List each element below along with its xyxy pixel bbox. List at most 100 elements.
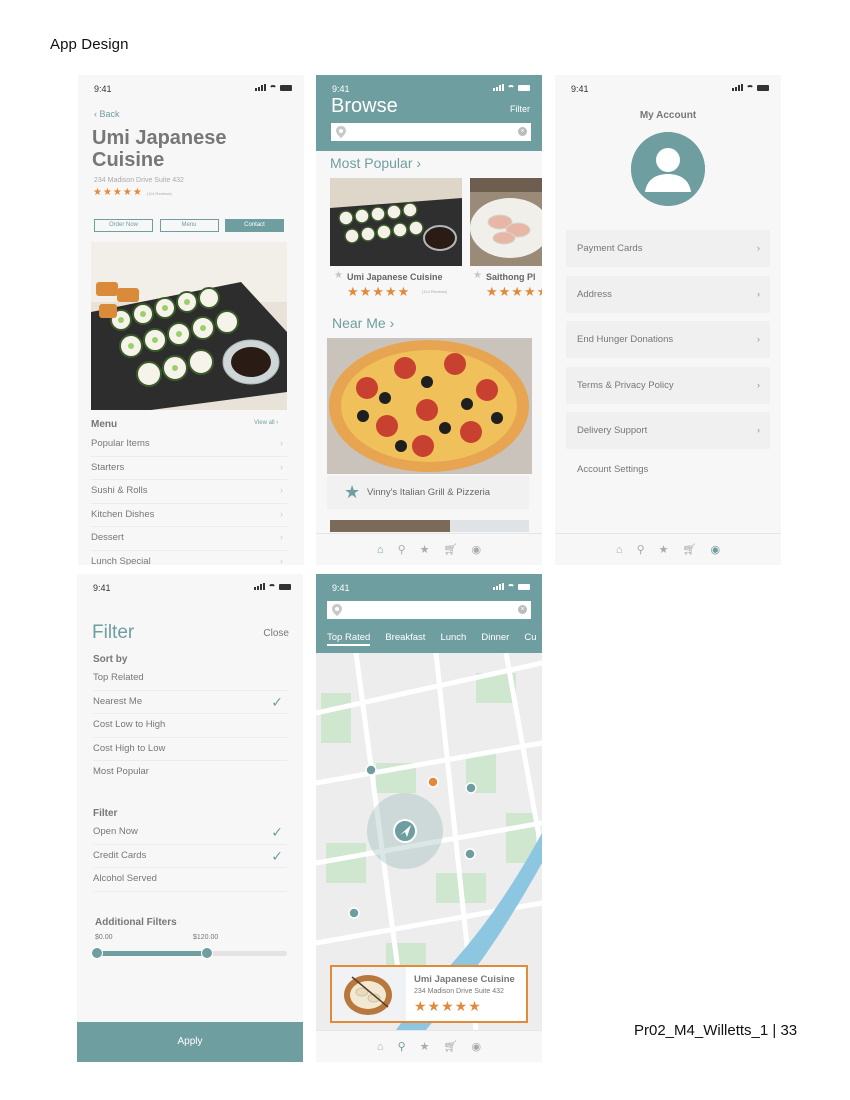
apply-button[interactable]: Apply [77,1022,303,1062]
filter-heading: Filter [93,808,118,819]
price-slider-max-handle[interactable] [201,947,214,959]
delivery-support-row[interactable]: Delivery Support [566,412,770,449]
filter-option-open-now[interactable]: Open Now ✓ [93,821,287,845]
checkmark-icon: ✓ [271,824,283,840]
battery-icon [280,84,292,91]
rating-stars: ★★★★★ [93,187,143,198]
location-icon[interactable]: ⚲ [637,543,645,556]
favorite-star-icon[interactable]: ★ [344,476,360,509]
next-card-photo [330,520,529,532]
status-time: 9:41 [94,84,112,94]
menu-list: Popular Items Starters Sushi & Rolls Kit… [91,433,287,565]
filter-link[interactable]: Filter [510,104,530,114]
menu-item-dessert[interactable]: Dessert [91,527,287,551]
card1-name: Umi Japanese Cuisine [347,272,443,282]
address-row[interactable]: Address [566,275,770,313]
sushi-photo [91,242,287,410]
signal-icon [254,583,265,590]
dumpling-photo [332,967,406,1021]
menu-item-lunch[interactable]: Lunch Special [91,551,287,566]
filter-option-alcohol[interactable]: Alcohol Served [93,868,287,892]
payment-cards-row[interactable]: Payment Cards [566,230,770,267]
price-slider-min-handle[interactable] [91,947,103,959]
menu-item-popular[interactable]: Popular Items [91,433,287,457]
status-time: 9:41 [332,583,350,593]
signal-icon [493,84,504,91]
star-icon[interactable]: ★ [659,543,669,556]
home-icon[interactable]: ⌂ [616,544,623,556]
category-tabs: Top Rated Breakfast Lunch Dinner Cu [327,632,537,646]
menu-item-sushi[interactable]: Sushi & Rolls [91,480,287,504]
spring-rolls-card-photo[interactable] [470,178,542,266]
menu-item-kitchen[interactable]: Kitchen Dishes [91,504,287,527]
wifi-icon [746,84,754,91]
order-now-button[interactable]: Order Now [94,219,153,232]
account-icon[interactable]: ◉ [471,1040,481,1053]
star-icon[interactable]: ★ [420,1040,430,1053]
donations-row[interactable]: End Hunger Donations [566,321,770,358]
star-icon[interactable]: ★ [420,543,430,556]
sushi-card-photo[interactable] [330,178,462,266]
sort-option-nearest[interactable]: Nearest Me ✓ [93,691,287,714]
home-icon[interactable]: ⌂ [377,1041,384,1053]
tab-breakfast[interactable]: Breakfast [385,632,425,646]
map-screen: 9:41 × Top Rated Breakfast Lunch Dinner … [316,574,542,1062]
filter-option-label: Credit Cards [93,849,147,861]
clear-icon[interactable]: × [518,605,527,614]
status-time: 9:41 [93,583,111,593]
search-input[interactable]: × [327,601,531,619]
near-me-card[interactable]: ★ Vinny's Italian Grill & Pizzeria [327,476,529,509]
card2-star-icon[interactable]: ★ [473,270,482,281]
pizza-photo[interactable] [327,338,532,474]
sort-option-top-related[interactable]: Top Related [93,667,287,691]
sort-option-label: Cost High to Low [93,742,166,754]
tab-more[interactable]: Cu [524,632,536,646]
signal-icons [255,84,292,91]
status-bar: 9:41 [77,574,303,598]
account-icon[interactable]: ◉ [710,543,720,556]
clear-icon[interactable]: × [518,127,527,136]
contact-button[interactable]: Contact [225,219,284,232]
close-button[interactable]: Close [263,628,289,639]
sort-option-most-popular[interactable]: Most Popular [93,761,287,785]
back-button[interactable]: ‹ Back [94,109,120,119]
tab-dinner[interactable]: Dinner [481,632,509,646]
cart-icon[interactable]: 🛒︎ [444,543,458,556]
sort-option-cost-high[interactable]: Cost High to Low [93,738,287,761]
menu-item-starters[interactable]: Starters [91,457,287,480]
card1-stars: ★★★★★ [347,284,411,299]
search-input[interactable]: × [331,123,531,141]
terms-row[interactable]: Terms & Privacy Policy [566,366,770,404]
map-card-name: Umi Japanese Cuisine [414,974,515,985]
tab-bar: ⌂ ⚲ ★ 🛒︎ ◉ [555,533,781,565]
most-popular-heading[interactable]: Most Popular › [330,155,421,171]
near-me-heading[interactable]: Near Me › [332,315,394,331]
page-footer: Pr02_M4_Willetts_1 | 33 [634,1022,798,1039]
filter-option-label: Open Now [93,826,138,837]
card1-star-icon[interactable]: ★ [334,270,343,281]
map-card-address: 234 Madison Drive Suite 432 [414,988,504,995]
location-icon[interactable]: ⚲ [398,543,406,556]
wifi-icon [507,583,515,590]
account-icon[interactable]: ◉ [471,543,481,556]
cart-icon[interactable]: 🛒︎ [683,543,697,556]
tab-lunch[interactable]: Lunch [440,632,466,646]
price-slider[interactable] [91,947,287,959]
menu-button[interactable]: Menu [159,219,219,232]
card2-name: Saithong Pl [486,272,536,282]
sort-option-label: Cost Low to High [93,719,166,730]
cart-icon[interactable]: 🛒︎ [444,1040,458,1053]
view-all-link[interactable]: View all › [254,420,278,426]
account-settings-link[interactable]: Account Settings [577,464,648,475]
checkmark-icon: ✓ [271,847,283,864]
sort-option-cost-low[interactable]: Cost Low to High [93,714,287,738]
filter-option-label: Alcohol Served [93,873,157,884]
filter-option-credit-cards[interactable]: Credit Cards ✓ [93,845,287,868]
location-icon[interactable]: ⚲ [398,1040,406,1053]
wifi-icon [268,583,276,590]
map-restaurant-card[interactable]: Umi Japanese Cuisine 234 Madison Drive S… [330,965,528,1023]
avatar-icon[interactable] [631,132,705,206]
tab-top-rated[interactable]: Top Rated [327,632,371,646]
checkmark-icon: ✓ [271,693,283,710]
home-icon[interactable]: ⌂ [377,544,384,556]
